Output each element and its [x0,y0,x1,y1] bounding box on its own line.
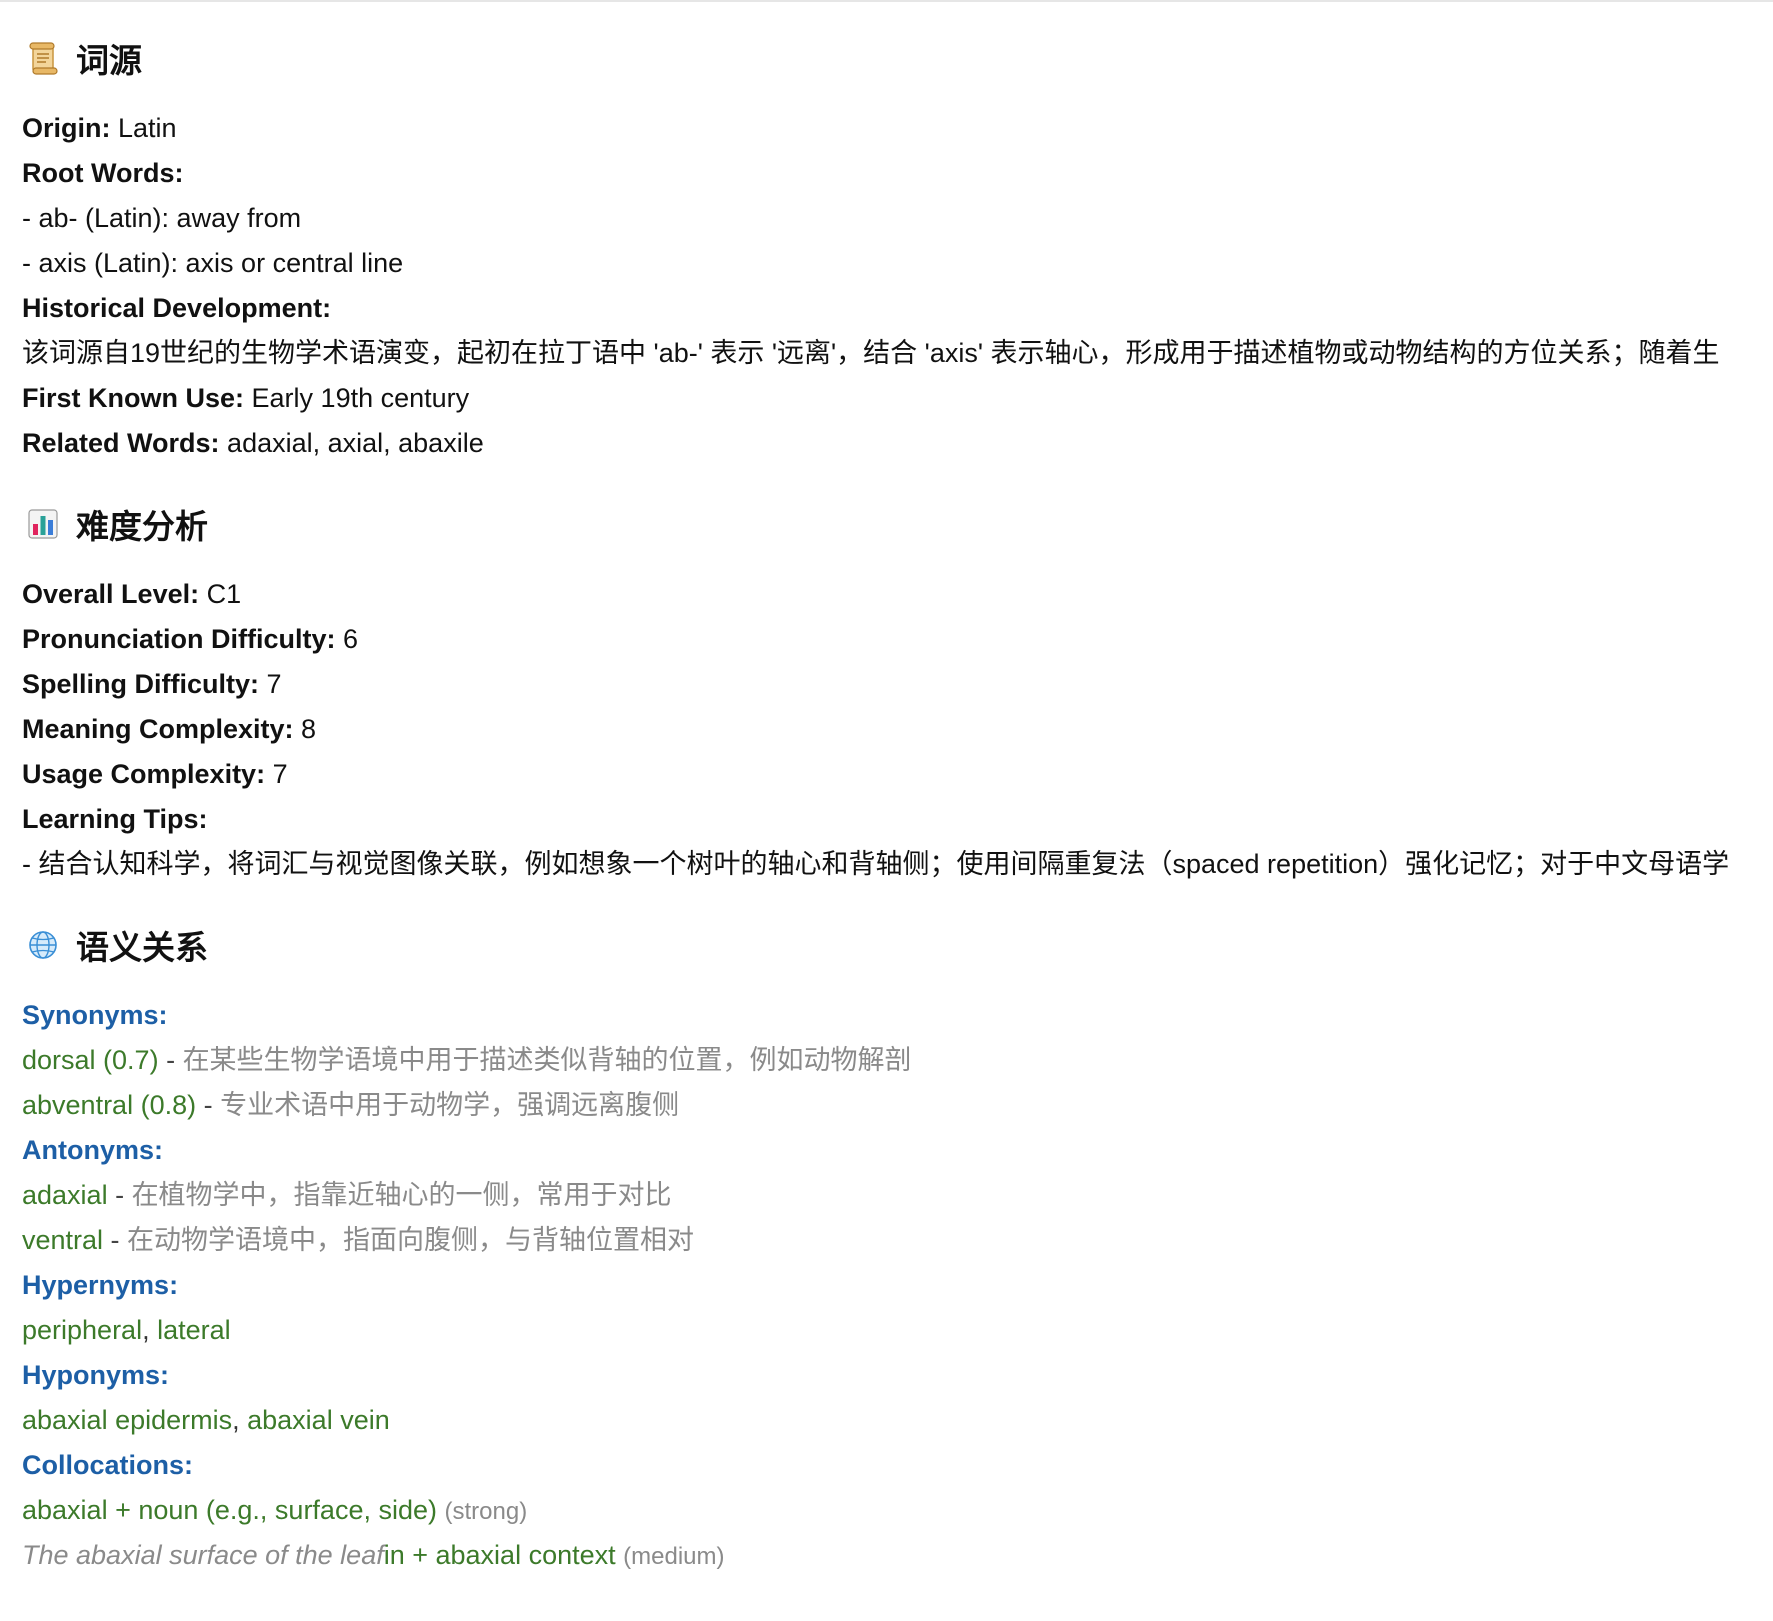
hypernyms-list: peripheral, lateral [22,1308,1762,1353]
overall-level-label: Overall Level: [22,579,200,609]
hyponym-term[interactable]: abaxial epidermis [22,1405,232,1435]
collocation-example: The abaxial surface of the leaf [22,1540,384,1570]
hyponyms-row: Hyponyms: [22,1353,1762,1398]
semantic-heading: 语义关系 [22,917,1762,973]
first-use-row: First Known Use: Early 19th century [22,376,1762,421]
bar-chart-icon [26,507,60,541]
overall-level-value: C1 [206,579,242,609]
list-separator: , [142,1315,158,1345]
antonym-term[interactable]: adaxial [22,1180,108,1210]
origin-value: Latin [118,113,177,143]
root-word-item: - axis (Latin): axis or central line [22,248,404,278]
learning-tips-row: Learning Tips: [22,797,1762,842]
root-word-item: - ab- (Latin): away from [22,203,302,233]
collocation-strength: (strong) [444,1498,528,1525]
scroll-icon [26,41,60,75]
synonym-desc: 专业术语中用于动物学，强调远离腹侧 [220,1090,680,1120]
learning-tips-label: Learning Tips: [22,804,208,834]
root-words-label: Root Words: [22,158,184,188]
collocation-item: abaxial + noun (e.g., surface, side) (st… [22,1488,1762,1533]
hyponym-term[interactable]: abaxial vein [247,1405,390,1435]
antonyms-row: Antonyms: [22,1128,1762,1173]
hypernyms-label: Hypernyms: [22,1270,179,1300]
historical-row: Historical Development: [22,286,1762,331]
usage-value: 7 [272,759,288,789]
related-words-value: adaxial, axial, abaxile [227,428,484,458]
antonym-desc: 在植物学中，指靠近轴心的一侧，常用于对比 [131,1180,672,1210]
historical-text: 该词源自19世纪的生物学术语演变，起初在拉丁语中 'ab-' 表示 '远离'，结… [22,338,1720,368]
antonym-item: adaxial - 在植物学中，指靠近轴心的一侧，常用于对比 [22,1173,1762,1218]
hypernym-term[interactable]: peripheral [22,1315,142,1345]
synonym-term[interactable]: abventral (0.8) [22,1090,196,1120]
meaning-row: Meaning Complexity: 8 [22,707,1762,752]
antonym-dash: - [107,1180,132,1210]
origin-label: Origin: [22,113,111,143]
pronunciation-label: Pronunciation Difficulty: [22,624,336,654]
overall-level-row: Overall Level: C1 [22,572,1762,617]
synonym-term[interactable]: dorsal (0.7) [22,1045,159,1075]
antonym-item: ventral - 在动物学语境中，指面向腹侧，与背轴位置相对 [22,1218,1762,1263]
synonyms-label: Synonyms: [22,1000,168,1030]
collocation-strength: (medium) [623,1543,725,1570]
difficulty-title: 难度分析 [76,507,208,546]
synonym-dash: - [196,1090,221,1120]
collocation-term[interactable]: in + abaxial context [384,1540,616,1570]
first-use-label: First Known Use: [22,383,245,413]
usage-label: Usage Complexity: [22,759,266,789]
origin-row: Origin: Latin [22,106,1762,151]
antonym-dash: - [103,1225,128,1255]
hyponyms-list: abaxial epidermis, abaxial vein [22,1398,1762,1443]
antonym-desc: 在动物学语境中，指面向腹侧，与背轴位置相对 [127,1225,695,1255]
semantic-title: 语义关系 [76,928,208,967]
meaning-label: Meaning Complexity: [22,714,294,744]
difficulty-heading: 难度分析 [22,496,1762,552]
related-words-row: Related Words: adaxial, axial, abaxile [22,421,1762,466]
historical-label: Historical Development: [22,293,332,323]
synonym-dash: - [158,1045,183,1075]
meaning-value: 8 [301,714,317,744]
synonym-item: abventral (0.8) - 专业术语中用于动物学，强调远离腹侧 [22,1083,1762,1128]
etymology-heading: 词源 [22,30,1762,86]
etymology-title: 词源 [76,41,142,80]
antonym-term[interactable]: ventral [22,1225,103,1255]
first-use-value: Early 19th century [251,383,470,413]
word-detail-page: 词源 Origin: Latin Root Words: - ab- (Lati… [22,0,1762,1578]
list-separator: , [232,1405,248,1435]
hypernyms-row: Hypernyms: [22,1263,1762,1308]
collocations-label: Collocations: [22,1450,194,1480]
spelling-row: Spelling Difficulty: 7 [22,662,1762,707]
synonym-desc: 在某些生物学语境中用于描述类似背轴的位置，例如动物解剖 [182,1045,912,1075]
related-words-label: Related Words: [22,428,220,458]
synonym-item: dorsal (0.7) - 在某些生物学语境中用于描述类似背轴的位置，例如动物… [22,1038,1762,1083]
collocations-row: Collocations: [22,1443,1762,1488]
root-words-row: Root Words: [22,151,1762,196]
pronunciation-row: Pronunciation Difficulty: 6 [22,617,1762,662]
antonyms-label: Antonyms: [22,1135,163,1165]
spelling-label: Spelling Difficulty: [22,669,260,699]
spelling-value: 7 [266,669,282,699]
hyponyms-label: Hyponyms: [22,1360,170,1390]
usage-row: Usage Complexity: 7 [22,752,1762,797]
pronunciation-value: 6 [343,624,359,654]
collocation-item: The abaxial surface of the leafin + abax… [22,1533,1762,1578]
learning-tips-text: - 结合认知科学，将词汇与视觉图像关联，例如想象一个树叶的轴心和背轴侧；使用间隔… [22,849,1730,879]
hypernym-term[interactable]: lateral [157,1315,231,1345]
collocation-term[interactable]: abaxial + noun (e.g., surface, side) [22,1495,437,1525]
synonyms-row: Synonyms: [22,993,1762,1038]
globe-icon [26,928,60,962]
